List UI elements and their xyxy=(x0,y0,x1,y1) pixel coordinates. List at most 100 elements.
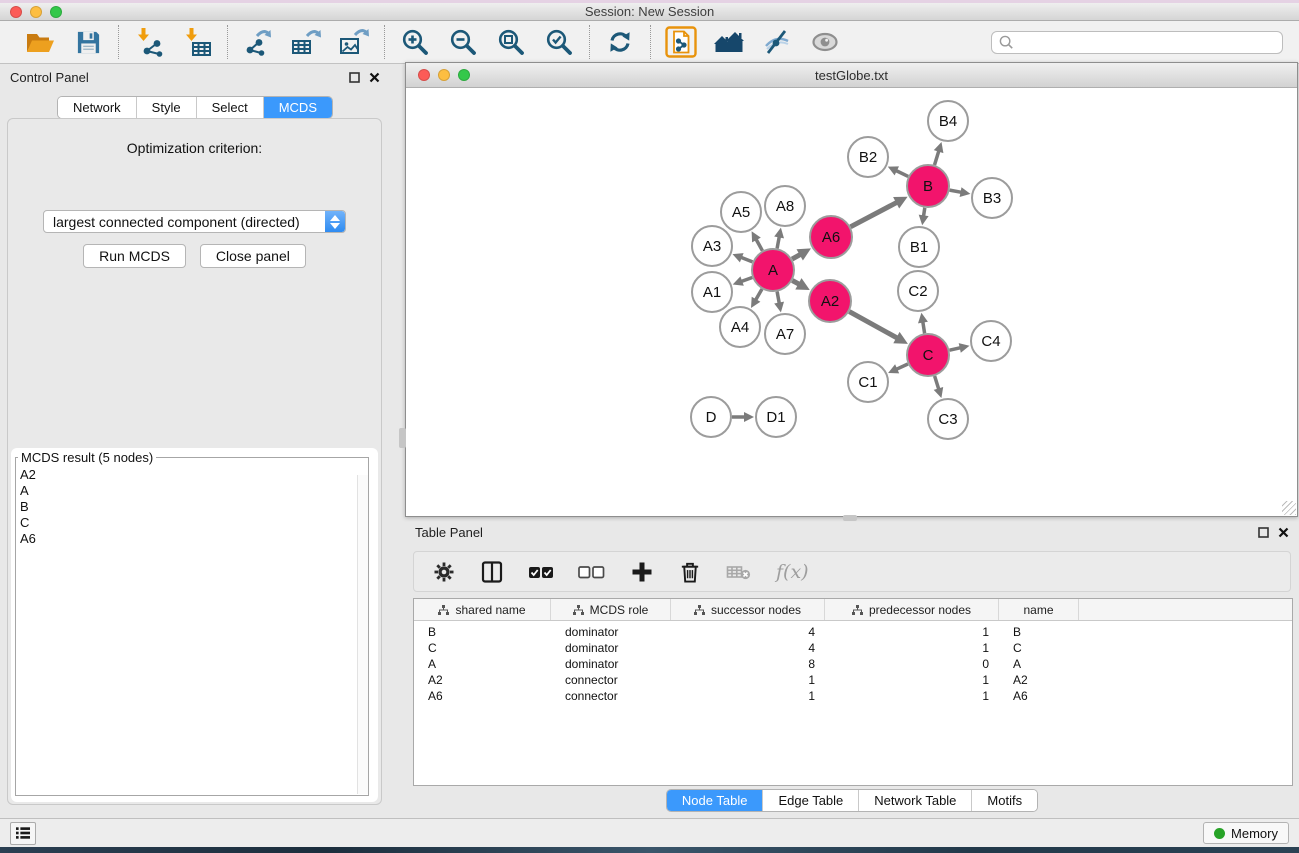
cell-predecessor-nodes[interactable]: 0 xyxy=(825,657,999,671)
export-table-icon[interactable] xyxy=(289,26,323,58)
save-session-icon[interactable] xyxy=(71,26,105,58)
cell-mcds-role[interactable]: dominator xyxy=(551,641,671,655)
select-all-icon[interactable] xyxy=(528,560,554,584)
memory-button[interactable]: Memory xyxy=(1203,822,1289,844)
edge xyxy=(741,257,753,262)
result-item[interactable]: C xyxy=(20,515,368,531)
column-header-successor-nodes[interactable]: successor nodes xyxy=(671,599,825,620)
cell-name[interactable]: A xyxy=(999,657,1079,671)
show-all-icon[interactable] xyxy=(808,26,842,58)
table-toolbar: f(x) xyxy=(413,551,1291,592)
cell-mcds-role[interactable]: connector xyxy=(551,673,671,687)
network-file-icon[interactable] xyxy=(664,26,698,58)
edge-arrowhead xyxy=(959,343,970,353)
cell-name[interactable]: B xyxy=(999,625,1079,639)
cell-shared-name[interactable]: A2 xyxy=(414,673,551,687)
cell-shared-name[interactable]: A xyxy=(414,657,551,671)
cell-name[interactable]: A6 xyxy=(999,689,1079,703)
column-header-mcds-role[interactable]: MCDS role xyxy=(551,599,671,620)
tab-style[interactable]: Style xyxy=(136,97,196,118)
home-icon[interactable] xyxy=(712,26,746,58)
float-panel-icon[interactable] xyxy=(1258,527,1269,538)
close-panel-icon[interactable] xyxy=(1278,527,1289,538)
tab-node-table[interactable]: Node Table xyxy=(667,790,763,811)
export-image-icon[interactable] xyxy=(337,26,371,58)
add-row-icon[interactable] xyxy=(630,560,654,584)
network-canvas[interactable]: AA1A2A3A4A5A6A7A8BB1B2B3B4CC1C2C3C4DD1 xyxy=(406,88,1297,515)
show-column-icon[interactable] xyxy=(480,560,504,584)
network-window-titlebar[interactable]: testGlobe.txt xyxy=(406,63,1297,88)
control-panel-tabs: NetworkStyleSelectMCDS xyxy=(57,96,333,119)
zoom-in-icon[interactable] xyxy=(398,26,432,58)
cell-name[interactable]: C xyxy=(999,641,1079,655)
edge xyxy=(792,281,799,285)
cell-successor-nodes[interactable]: 8 xyxy=(671,657,825,671)
resize-grip[interactable] xyxy=(1282,501,1296,515)
cell-successor-nodes[interactable]: 1 xyxy=(671,673,825,687)
tab-mcds[interactable]: MCDS xyxy=(263,97,332,118)
cell-shared-name[interactable]: C xyxy=(414,641,551,655)
result-item[interactable]: B xyxy=(20,499,368,515)
cell-successor-nodes[interactable]: 1 xyxy=(671,689,825,703)
column-header-name[interactable]: name xyxy=(999,599,1079,620)
zoom-out-icon[interactable] xyxy=(446,26,480,58)
cell-predecessor-nodes[interactable]: 1 xyxy=(825,673,999,687)
result-item[interactable]: A xyxy=(20,483,368,499)
unselect-all-icon[interactable] xyxy=(578,560,606,584)
split-divider-handle[interactable] xyxy=(399,428,406,448)
zoom-fit-icon[interactable] xyxy=(494,26,528,58)
cell-mcds-role[interactable]: connector xyxy=(551,689,671,703)
result-item[interactable]: A6 xyxy=(20,531,368,547)
cell-predecessor-nodes[interactable]: 1 xyxy=(825,625,999,639)
cell-name[interactable]: A2 xyxy=(999,673,1079,687)
cell-shared-name[interactable]: A6 xyxy=(414,689,551,703)
table-settings-icon[interactable] xyxy=(432,560,456,584)
cell-predecessor-nodes[interactable]: 1 xyxy=(825,641,999,655)
run-mcds-button[interactable]: Run MCDS xyxy=(83,244,186,268)
delete-table-icon xyxy=(726,561,752,583)
minimize-network-button[interactable] xyxy=(438,69,450,81)
cell-successor-nodes[interactable]: 4 xyxy=(671,641,825,655)
cell-mcds-role[interactable]: dominator xyxy=(551,657,671,671)
criterion-dropdown[interactable]: largest connected component (directed) xyxy=(43,210,346,233)
delete-row-icon[interactable] xyxy=(678,560,702,584)
dropdown-stepper-icon xyxy=(325,211,345,232)
tab-motifs[interactable]: Motifs xyxy=(971,790,1037,811)
cell-successor-nodes[interactable]: 4 xyxy=(671,625,825,639)
edge xyxy=(923,322,925,334)
close-panel-button[interactable]: Close panel xyxy=(200,244,306,268)
close-window-button[interactable] xyxy=(10,6,22,18)
import-network-icon[interactable] xyxy=(132,26,166,58)
node-label: A xyxy=(768,262,778,279)
open-session-icon[interactable] xyxy=(23,26,57,58)
float-panel-icon[interactable] xyxy=(349,72,360,83)
search-box[interactable] xyxy=(991,31,1283,54)
column-header-predecessor-nodes[interactable]: predecessor nodes xyxy=(825,599,999,620)
attribute-tree-icon xyxy=(694,605,705,615)
tab-edge-table[interactable]: Edge Table xyxy=(762,790,858,811)
task-history-button[interactable] xyxy=(10,822,36,845)
cell-shared-name[interactable]: B xyxy=(414,625,551,639)
refresh-layout-icon[interactable] xyxy=(603,26,637,58)
export-network-icon[interactable] xyxy=(241,26,275,58)
tab-network-table[interactable]: Network Table xyxy=(858,790,971,811)
tab-select[interactable]: Select xyxy=(196,97,263,118)
minimize-window-button[interactable] xyxy=(30,6,42,18)
node-label: A8 xyxy=(776,198,794,215)
import-table-icon[interactable] xyxy=(180,26,214,58)
tab-network[interactable]: Network xyxy=(58,97,136,118)
close-panel-icon[interactable] xyxy=(369,72,380,83)
result-item[interactable]: A2 xyxy=(20,467,368,483)
zoom-selected-icon[interactable] xyxy=(542,26,576,58)
result-scrollbar[interactable] xyxy=(357,475,368,794)
criterion-value: largest connected component (directed) xyxy=(44,214,325,230)
zoom-network-button[interactable] xyxy=(458,69,470,81)
cell-mcds-role[interactable]: dominator xyxy=(551,625,671,639)
search-input[interactable] xyxy=(1018,35,1276,49)
cell-predecessor-nodes[interactable]: 1 xyxy=(825,689,999,703)
zoom-window-button[interactable] xyxy=(50,6,62,18)
hide-selected-icon[interactable] xyxy=(760,26,794,58)
window-titlebar[interactable]: Session: New Session xyxy=(0,3,1299,21)
column-header-shared-name[interactable]: shared name xyxy=(414,599,551,620)
close-network-button[interactable] xyxy=(418,69,430,81)
